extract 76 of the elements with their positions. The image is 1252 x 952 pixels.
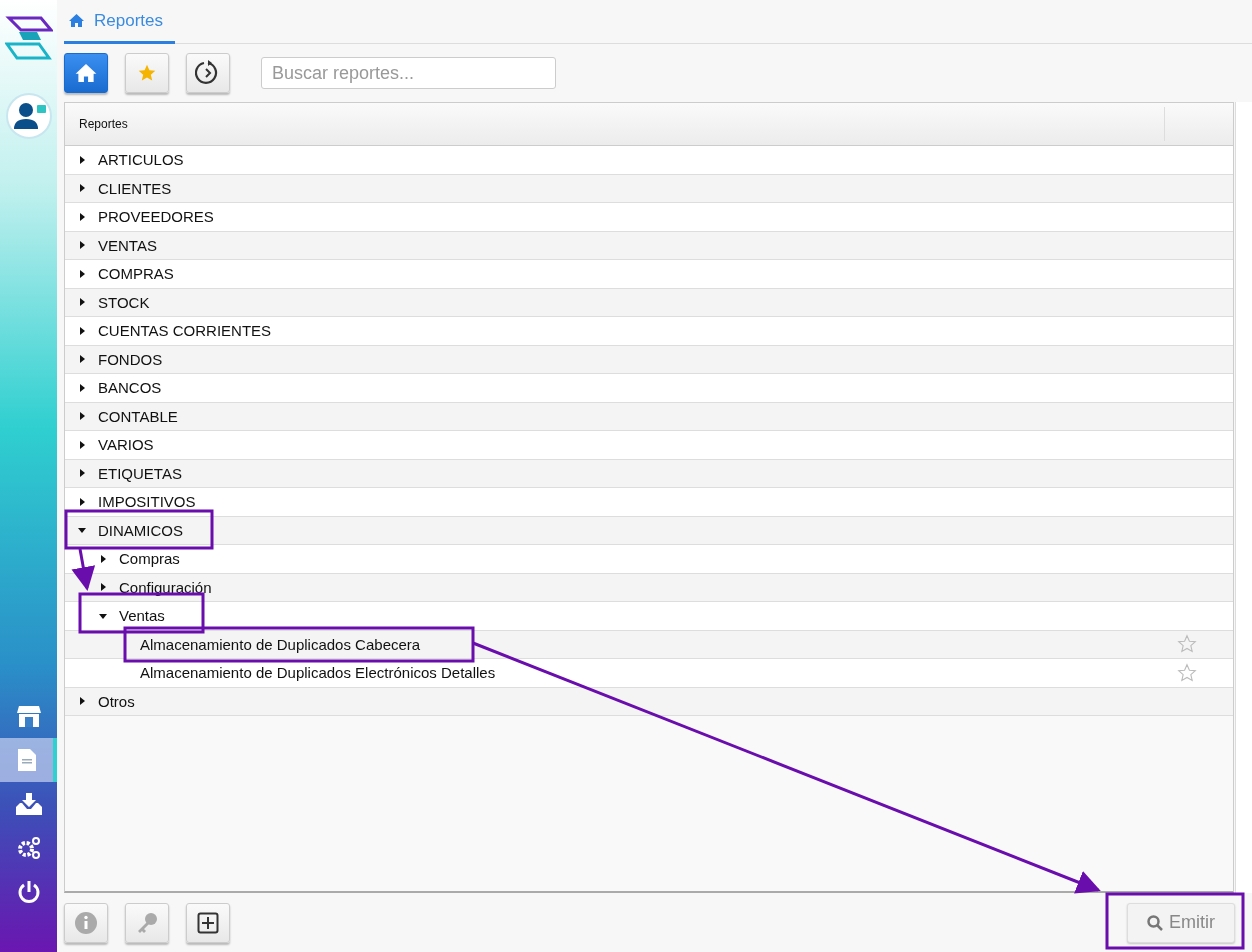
star-icon[interactable] [1177,662,1197,683]
home-button[interactable] [64,53,108,93]
tree-label: VENTAS [98,236,158,254]
caret-icon[interactable] [98,582,108,593]
tree-label: ETIQUETAS [98,464,183,482]
search-field[interactable]: Buscar reportes... [261,57,556,89]
home-icon [75,64,97,82]
tree-label: Otros [98,692,136,710]
tree-label: STOCK [98,293,151,311]
store-icon[interactable] [15,703,42,729]
caret-icon[interactable] [77,468,87,479]
tree-row[interactable]: CUENTAS CORRIENTES [65,317,1233,346]
caret-icon[interactable] [77,183,87,194]
tree-row[interactable]: Almacenamiento de Duplicados Electrónicos Detalles [65,659,1233,688]
tree-label: ARTICULOS [98,151,185,169]
caret-icon[interactable] [77,354,87,365]
tree-row[interactable]: CLIENTES [65,174,1233,203]
tree-row[interactable]: ARTICULOS [65,146,1233,175]
tree-row[interactable]: CONTABLE [65,402,1233,431]
caret-icon[interactable] [77,240,87,251]
tree-row[interactable]: BANCOS [65,374,1233,403]
tree-label: FONDOS [98,350,164,368]
tree-label: IMPOSITIVOS [98,493,197,511]
plus-square-icon [197,911,219,934]
info-icon [74,910,98,935]
settings-icon[interactable] [16,836,41,860]
caret-icon[interactable] [98,553,108,564]
tree-row[interactable]: Ventas [65,602,1233,631]
caret-icon[interactable] [77,211,87,222]
power-icon[interactable] [16,880,41,904]
tree-label: Configuración [119,578,213,596]
caret-icon[interactable] [77,696,87,707]
home-icon [69,14,84,27]
annotation-arrow [71,548,96,591]
tree-row[interactable]: Otros [65,687,1233,716]
tree-row[interactable]: VARIOS [65,431,1233,460]
caret-icon[interactable] [77,268,87,279]
tree-row[interactable]: COMPRAS [65,260,1233,289]
download-tray-icon[interactable] [15,793,42,815]
column-header: Reportes [65,107,1165,141]
caret-icon[interactable] [77,297,87,308]
tree-row[interactable]: STOCK [65,288,1233,317]
tree-label: BANCOS [98,379,163,397]
tree-row[interactable]: ETIQUETAS [65,459,1233,488]
logo-icon [4,14,53,62]
tree-label: Almacenamiento de Duplicados Electrónicos Detalles [140,664,497,682]
caret-icon[interactable] [77,154,87,165]
star-icon[interactable] [1177,634,1197,655]
caret-icon[interactable] [77,439,87,450]
tree-row[interactable]: VENTAS [65,231,1233,260]
history-button[interactable] [186,53,230,93]
tree-row[interactable]: Almacenamiento de Duplicados Cabecera [65,630,1233,659]
tree-label: COMPRAS [98,265,175,283]
caret-icon[interactable] [77,496,87,507]
tree-label: VARIOS [98,436,155,454]
tree-row[interactable]: DINAMICOS [65,516,1233,545]
tree-label: Almacenamiento de Duplicados Cabecera [140,635,422,653]
tree-label: CUENTAS CORRIENTES [98,322,273,340]
tree-label: Ventas [119,607,166,625]
tree-row[interactable]: IMPOSITIVOS [65,488,1233,517]
star-icon [137,63,157,83]
tree-row[interactable]: FONDOS [65,345,1233,374]
tree-row[interactable]: Configuración [65,573,1233,602]
caret-icon[interactable] [77,411,87,422]
add-button[interactable] [186,902,230,943]
caret-icon[interactable] [77,325,87,336]
user-avatar-icon[interactable] [5,93,52,139]
tree-row[interactable]: PROVEEDORES [65,203,1233,232]
tree-label: Compras [119,550,181,568]
search-icon [1147,914,1163,931]
tree-label: PROVEEDORES [98,208,215,226]
caret-icon[interactable] [77,382,87,393]
tree-row[interactable]: Compras [65,545,1233,574]
tree-label: CONTABLE [98,407,179,425]
tree-label: CLIENTES [98,179,173,197]
tree-label: DINAMICOS [98,521,184,539]
